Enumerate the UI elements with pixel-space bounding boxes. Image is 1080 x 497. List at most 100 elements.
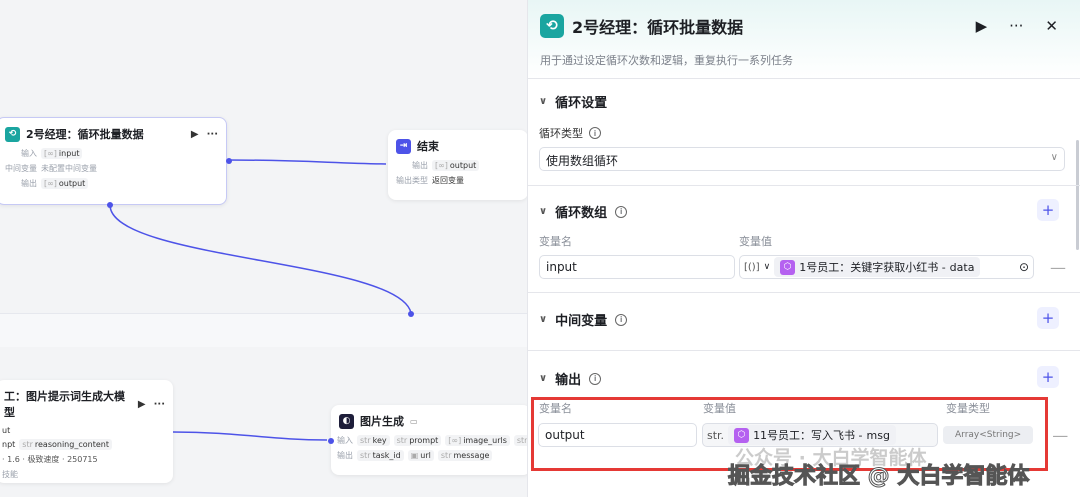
column-label: 变量值 [703,402,736,415]
info-icon[interactable]: i [615,313,628,326]
loop-type-select[interactable]: 使用数组循环 ∨ [539,147,1065,171]
chevron-down-icon[interactable]: ∨ [539,96,547,107]
node-title: 结束 [417,140,439,153]
variable-value-field[interactable]: [()] ∨ ⬡ 1号员工：关键字获取小红书 - data ⊙ [739,255,1034,279]
column-label: 变量名 [539,402,572,415]
close-button[interactable]: ✕ [1045,17,1058,35]
port[interactable] [226,158,232,164]
loop-icon: ⟲ [540,14,564,38]
section-title: 循环数组 [555,206,608,221]
type-selector[interactable]: [()] [744,262,760,273]
loop-icon: ⟲ [5,126,20,142]
column-label: 变量名 [539,235,572,248]
edge-llm-img [172,431,328,441]
tag: [∞] input [41,148,83,159]
variable-reference[interactable]: ⬡ 11号员工：写入飞书 - msg [728,425,896,445]
workflow-icon: ⬡ [734,427,750,443]
output-value-field[interactable]: str. ⬡ 11号员工：写入飞书 - msg [702,423,938,447]
panel-description: 用于通过设定循环次数和逻辑，重复执行一系列任务 [540,54,793,67]
tag-text: output [58,179,86,188]
type-label: str. [707,428,725,442]
workflow-canvas[interactable]: ⟲ 2号经理：循环批量数据 ▶ ··· 输入 [∞] input 中间变量 未配置中间变量 … [0,0,531,497]
add-button[interactable]: + [1037,307,1059,329]
remove-button[interactable]: — [1050,258,1066,277]
tag: str key [357,435,390,446]
value: npt [2,440,16,449]
port[interactable] [107,202,113,208]
tag-text: image_urls [463,436,507,445]
tag: str task_id [357,450,404,461]
tag-text: key [372,436,387,445]
model-info: · 1.6 · 极致速度 · 250715 [2,455,98,464]
tag: str reasoning_content [19,439,112,450]
chevron-down-icon: ∨ [1050,152,1058,163]
panel-title: 2号经理：循环批量数据 [572,18,744,37]
node-llm[interactable]: 工：图片提示词生成大模型 ▶ ··· ut npt str reasoning_cont… [0,380,173,483]
tag: [∞] image_urls [445,435,510,446]
label: 输出 [21,179,37,188]
info-icon[interactable]: i [589,372,602,385]
image-gen-icon: ◐ [339,413,354,429]
target-icon[interactable]: ⊙ [1019,260,1029,274]
reference-field: msg [866,428,890,442]
reference-text: 11号员工：写入飞书 - [753,429,863,442]
node-title: 工：图片提示词生成大模型 [4,390,125,419]
port[interactable] [328,438,334,444]
run-icon[interactable]: ▶ [138,399,146,410]
variable-name-input[interactable]: input [539,255,735,279]
tag-text: output [449,161,477,170]
run-icon[interactable]: ▶ [191,129,199,140]
add-button[interactable]: + [1037,199,1059,221]
type-badge: Array<String> [943,426,1034,444]
add-button[interactable]: + [1037,366,1059,388]
node-image-gen[interactable]: ◐ 图片生成 ▭ 输入 str key str prompt [∞] image_urls… [328,405,531,475]
tag: [∞] output [41,178,89,189]
info-icon[interactable]: i [589,127,601,139]
column-label: 变量类型 [946,402,990,415]
tag: str prompt [393,435,442,446]
node-loop[interactable]: ⟲ 2号经理：循环批量数据 ▶ ··· 输入 [∞] input 中间变量 未配置中间变量 … [0,117,232,208]
label: 输出 [412,161,428,170]
more-icon[interactable]: ··· [154,399,165,410]
value: ut [2,426,11,435]
more-icon[interactable]: ··· [207,129,218,140]
column-label: 变量值 [739,235,772,248]
chevron-down-icon[interactable]: ∨ [539,206,547,217]
workflow-icon: ⬡ [780,259,796,275]
chevron-down-icon[interactable]: ∨ [764,262,771,272]
label: 中间变量 [5,164,37,173]
plugin-icon: ▭ [410,416,418,426]
tag-text: input [58,149,80,158]
output-name-input[interactable]: output [538,423,697,447]
value: 返回变量 [432,176,464,185]
node-title: 图片生成 [360,415,404,428]
label: 输入 [337,436,353,445]
scrollbar[interactable] [1076,140,1079,250]
chevron-down-icon[interactable]: ∨ [539,314,547,325]
port[interactable] [408,311,414,317]
select-value: 使用数组循环 [546,154,619,168]
field-label: 循环类型 [539,127,583,140]
label: 输出 [337,451,353,460]
run-button[interactable]: ▶ [976,17,988,35]
tag: str message [437,450,493,461]
label: 输出类型 [396,176,428,185]
chevron-down-icon[interactable]: ∨ [539,373,547,384]
tag: ▣ url [407,450,434,461]
remove-button[interactable]: — [1052,426,1068,445]
variable-reference[interactable]: ⬡ 1号员工：关键字获取小红书 - data [774,257,981,277]
tag-text: message [453,451,490,460]
tag-text: url [420,451,431,460]
tag-text: reasoning_content [34,440,109,449]
reference-field: data [949,260,975,274]
node-title: 2号经理：循环批量数据 [26,128,144,141]
edge-loop-bottom [109,204,412,314]
end-icon: ⇥ [396,138,411,154]
tag-text: prompt [409,436,439,445]
info-icon[interactable]: i [615,205,628,218]
edge-loop-end [227,159,387,165]
tag: [∞] output [432,160,480,171]
tag-text: task_id [372,451,401,460]
node-end[interactable]: ⇥ 结束 输出 [∞] output 输出类型 返回变量 [388,130,528,200]
more-button[interactable]: ··· [1009,17,1023,35]
